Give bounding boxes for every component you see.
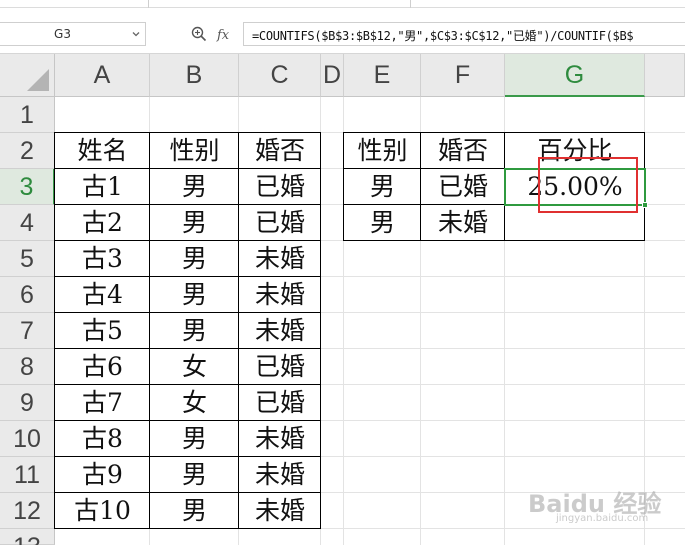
- table1-cell[interactable]: 已婚: [239, 385, 321, 421]
- table1-cell[interactable]: 古6: [55, 349, 150, 385]
- table1-cell[interactable]: 古8: [55, 421, 150, 457]
- table2-cell[interactable]: 男: [344, 205, 421, 241]
- table1-border: [54, 168, 321, 169]
- row-header-6[interactable]: 6: [0, 277, 55, 313]
- column-header-c[interactable]: C: [239, 54, 321, 97]
- select-all-icon: [27, 69, 49, 91]
- table2-header-cell[interactable]: 性别: [344, 133, 421, 169]
- column-header-b[interactable]: B: [150, 54, 239, 97]
- row-header-13[interactable]: 13: [0, 529, 55, 545]
- table1-cell[interactable]: 女: [150, 349, 239, 385]
- table1-cell[interactable]: 古7: [55, 385, 150, 421]
- table1-cell[interactable]: 男: [150, 205, 239, 241]
- table2-border: [343, 132, 645, 133]
- table1-cell[interactable]: 古5: [55, 313, 150, 349]
- column-header-g[interactable]: G: [505, 54, 645, 97]
- ribbon-separator: [148, 0, 149, 8]
- table2-header-cell[interactable]: 婚否: [421, 133, 505, 169]
- column-header-d[interactable]: D: [321, 54, 344, 97]
- row-header-2[interactable]: 2: [0, 133, 55, 169]
- function-icon[interactable]: fx: [216, 25, 238, 43]
- table1-cell[interactable]: 古4: [55, 277, 150, 313]
- table2-cell[interactable]: 未婚: [421, 205, 505, 241]
- table1-cell[interactable]: 古1: [55, 169, 150, 205]
- column-header-e[interactable]: E: [344, 54, 421, 97]
- table1-cell[interactable]: 古2: [55, 205, 150, 241]
- name-box-value: G3: [54, 27, 71, 41]
- table1-cell[interactable]: 已婚: [239, 169, 321, 205]
- table1-cell[interactable]: 已婚: [239, 205, 321, 241]
- table1-cell[interactable]: 古10: [55, 493, 150, 529]
- table1-cell[interactable]: 已婚: [239, 349, 321, 385]
- name-box[interactable]: G3: [0, 22, 146, 46]
- table1-border: [54, 312, 321, 313]
- table1-border: [54, 384, 321, 385]
- table1-border: [149, 132, 150, 529]
- formula-text: =COUNTIFS($B$3:$B$12,"男",$C$3:$C$12,"已婚"…: [252, 29, 634, 43]
- table1-border: [54, 132, 321, 133]
- table1-border: [54, 528, 321, 529]
- spreadsheet-grid[interactable]: ABCDEFG12345678910111213姓名性别婚否古1男已婚古2男已婚…: [0, 54, 685, 545]
- row-header-11[interactable]: 11: [0, 457, 55, 493]
- highlight-annotation-box: [538, 157, 638, 213]
- table1-border: [320, 132, 321, 529]
- table1-border: [54, 456, 321, 457]
- table1-cell[interactable]: 男: [150, 493, 239, 529]
- table1-cell[interactable]: 未婚: [239, 421, 321, 457]
- fx-label: fx: [216, 28, 230, 43]
- table1-cell[interactable]: 女: [150, 385, 239, 421]
- row-header-12[interactable]: 12: [0, 493, 55, 529]
- row-header-10[interactable]: 10: [0, 421, 55, 457]
- row-header-5[interactable]: 5: [0, 241, 55, 277]
- table2-border: [420, 132, 421, 241]
- column-header-f[interactable]: F: [421, 54, 505, 97]
- table1-border: [54, 132, 55, 529]
- table1-header-cell[interactable]: 婚否: [239, 133, 321, 169]
- table1-cell[interactable]: 未婚: [239, 457, 321, 493]
- table2-cell[interactable]: 已婚: [421, 169, 505, 205]
- table1-border: [54, 420, 321, 421]
- watermark-url: jingyan.baidu.com: [556, 513, 649, 524]
- row-header-4[interactable]: 4: [0, 205, 55, 241]
- table1-cell[interactable]: 男: [150, 169, 239, 205]
- row-header-1[interactable]: 1: [0, 97, 55, 133]
- ribbon-strip: [0, 0, 685, 8]
- column-header-next[interactable]: [645, 54, 685, 97]
- formula-input[interactable]: =COUNTIFS($B$3:$B$12,"男",$C$3:$C$12,"已婚"…: [243, 22, 685, 46]
- table1-border: [54, 204, 321, 205]
- table1-border: [54, 240, 321, 241]
- table1-header-cell[interactable]: 性别: [150, 133, 239, 169]
- select-all-corner[interactable]: [0, 54, 55, 97]
- formula-bar: G3 fx =COUNTIFS($B$3:$B$12,"男",$C$3:$C$1…: [0, 20, 685, 48]
- zoom-icon[interactable]: [190, 25, 208, 43]
- ribbon-separator: [410, 0, 411, 8]
- row-header-3[interactable]: 3: [0, 169, 55, 205]
- fill-handle[interactable]: [642, 202, 648, 208]
- table1-cell[interactable]: 男: [150, 421, 239, 457]
- table1-cell[interactable]: 未婚: [239, 313, 321, 349]
- table2-border: [343, 132, 344, 241]
- table1-cell[interactable]: 古3: [55, 241, 150, 277]
- table2-cell[interactable]: 男: [344, 169, 421, 205]
- table2-border: [343, 240, 645, 241]
- table1-cell[interactable]: 未婚: [239, 493, 321, 529]
- table1-cell[interactable]: 男: [150, 241, 239, 277]
- chevron-down-icon[interactable]: [131, 29, 141, 39]
- table1-border: [54, 276, 321, 277]
- table1-border: [54, 348, 321, 349]
- table1-cell[interactable]: 男: [150, 277, 239, 313]
- table1-border: [238, 132, 239, 529]
- table1-cell[interactable]: 未婚: [239, 241, 321, 277]
- table1-cell[interactable]: 古9: [55, 457, 150, 493]
- table1-cell[interactable]: 男: [150, 457, 239, 493]
- table1-header-cell[interactable]: 姓名: [55, 133, 150, 169]
- row-header-7[interactable]: 7: [0, 313, 55, 349]
- row-header-8[interactable]: 8: [0, 349, 55, 385]
- table1-cell[interactable]: 男: [150, 313, 239, 349]
- table1-cell[interactable]: 未婚: [239, 277, 321, 313]
- column-header-a[interactable]: A: [55, 54, 150, 97]
- row-header-9[interactable]: 9: [0, 385, 55, 421]
- table1-border: [54, 492, 321, 493]
